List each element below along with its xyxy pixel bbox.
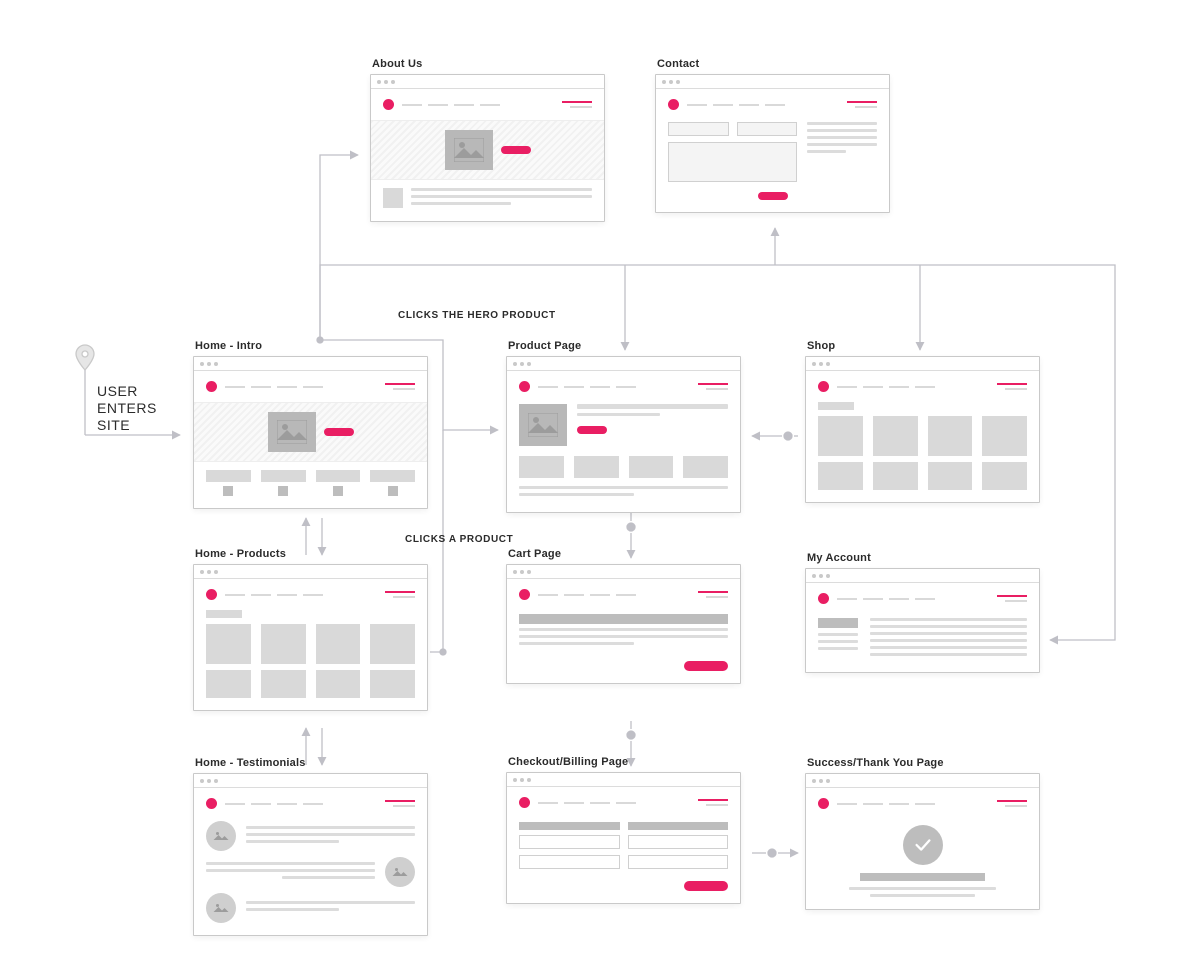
brand-dot: [383, 99, 394, 110]
brand-dot: [668, 99, 679, 110]
add-to-cart-button: [577, 426, 607, 434]
window-chrome: [371, 75, 604, 89]
card-title: My Account: [805, 552, 1040, 564]
card-contact: Contact: [655, 58, 890, 213]
submit-button: [758, 192, 788, 200]
card-title: Home - Intro: [193, 340, 428, 352]
card-home-intro: Home - Intro: [193, 340, 428, 509]
success-check-icon: [903, 825, 943, 865]
entry-label: USER ENTERS SITE: [97, 383, 157, 433]
card-title: Checkout/Billing Page: [506, 756, 741, 768]
place-order-button: [684, 881, 728, 891]
brand-dot: [206, 381, 217, 392]
nav-placeholder: [402, 104, 554, 106]
flow-label-hero-click: CLICKS THE HERO PRODUCT: [398, 310, 556, 321]
card-my-account: My Account: [805, 552, 1040, 673]
flow-label-product-click: CLICKS A PRODUCT: [405, 534, 513, 545]
hero-cta-button: [501, 146, 531, 154]
card-title: Product Page: [506, 340, 741, 352]
avatar-placeholder-icon: [206, 821, 236, 851]
checkout-button: [684, 661, 728, 671]
card-title: Home - Testimonials: [193, 757, 428, 769]
card-title: Contact: [655, 58, 890, 70]
card-title: About Us: [370, 58, 605, 70]
hero-cta-button: [324, 428, 354, 436]
card-cart-page: Cart Page: [506, 548, 741, 684]
card-home-products: Home - Products: [193, 548, 428, 711]
header-cta: [562, 101, 592, 103]
image-placeholder-icon: [268, 412, 316, 452]
card-shop: Shop: [805, 340, 1040, 503]
avatar-placeholder-icon: [385, 857, 415, 887]
card-about-us: About Us: [370, 58, 605, 222]
card-title: Shop: [805, 340, 1040, 352]
card-title: Cart Page: [506, 548, 741, 560]
card-title: Success/Thank You Page: [805, 757, 1040, 769]
image-placeholder-icon: [445, 130, 493, 170]
card-success: Success/Thank You Page: [805, 757, 1040, 910]
card-product-page: Product Page: [506, 340, 741, 513]
avatar-placeholder-icon: [206, 893, 236, 923]
image-placeholder-icon: [519, 404, 567, 446]
card-checkout: Checkout/Billing Page: [506, 756, 741, 904]
card-title: Home - Products: [193, 548, 428, 560]
window-chrome: [656, 75, 889, 89]
card-home-testimonials: Home - Testimonials: [193, 757, 428, 936]
